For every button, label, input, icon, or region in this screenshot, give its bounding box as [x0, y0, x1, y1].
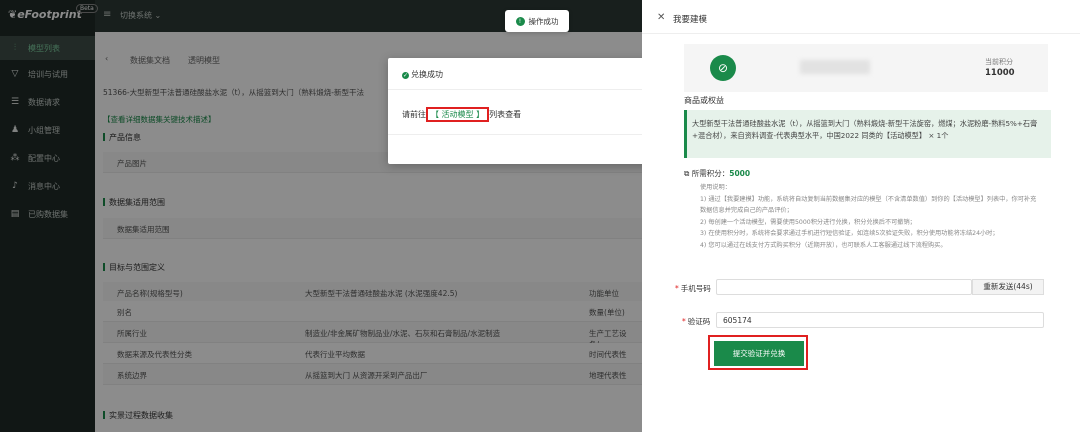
rights-box: 大型新型干法普通硅酸盐水泥（t），从摇篮到大门（熟料煅烧-新型干法旋窑，燃煤；水…: [684, 110, 1051, 158]
required-points: ⧉ 所需积分：5000: [684, 169, 751, 178]
blurred-user-info: [800, 60, 870, 74]
points-label: 当前积分: [985, 58, 1013, 66]
activity-model-link[interactable]: 【 活动模型 】: [426, 107, 490, 122]
divider: [642, 33, 1080, 34]
brand-logo-icon: ⊘: [710, 55, 736, 81]
resend-button[interactable]: 重新发送(44s): [972, 279, 1044, 295]
points-value: 11000: [985, 68, 1015, 78]
info-icon: !: [515, 16, 525, 26]
rights-text: 大型新型干法普通硅酸盐水泥（t），从摇篮到大门（熟料煅烧-新型干法旋窑，燃煤；水…: [692, 119, 1038, 140]
points-icon: ⧉: [684, 169, 692, 178]
dialog-title: ✓ 兑换成功: [402, 70, 443, 79]
usage-instructions: 使用说明： 1) 通过【我要建模】功能，系统将自动复制当前数据集对应的模型（不含…: [700, 184, 1037, 249]
phone-label: * 手机号码: [675, 284, 711, 293]
phone-field[interactable]: [716, 279, 972, 295]
success-toast: ! 操作成功: [505, 10, 569, 32]
dialog-body: 请前往【 活动模型 】列表查看: [402, 107, 521, 122]
section-rights: 商品或权益: [684, 96, 724, 105]
highlight-box: [708, 335, 808, 370]
code-field[interactable]: 605174: [716, 312, 1044, 328]
check-icon: ✓: [402, 72, 409, 79]
code-label: * 验证码: [682, 317, 711, 326]
close-icon[interactable]: ✕: [657, 12, 665, 23]
drawer-title: 我要建模: [673, 15, 708, 25]
